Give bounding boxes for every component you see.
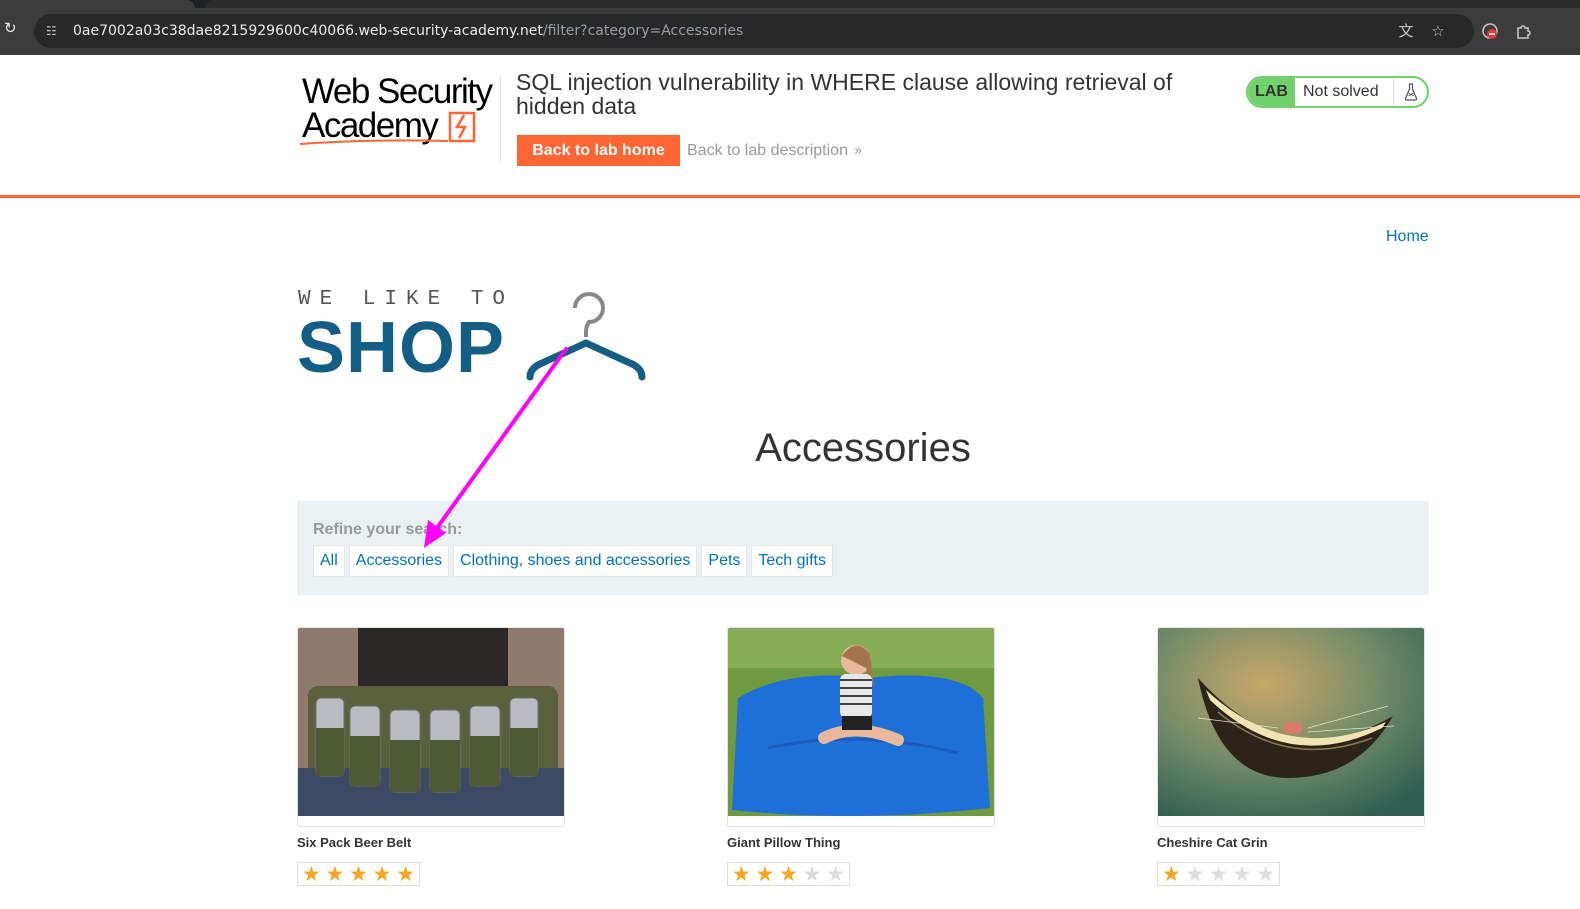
rating-stars: ★ ★ ★ ★ ★ xyxy=(297,862,420,886)
star-icon: ★ xyxy=(325,862,345,886)
url-path: /filter?category=Accessories xyxy=(542,23,744,39)
star-icon: ★ xyxy=(802,862,822,886)
rating-stars: ★ ★ ★ ★ ★ xyxy=(727,862,850,886)
back-to-lab-home-button[interactable]: Back to lab home xyxy=(517,135,680,166)
filter-all[interactable]: All xyxy=(313,545,345,577)
star-icon: ★ xyxy=(1209,862,1228,886)
refine-label: Refine your search: xyxy=(313,521,463,538)
product-image-beer-belt[interactable] xyxy=(297,627,565,827)
product-image-pillow[interactable] xyxy=(727,627,995,827)
browser-tab-inactive[interactable] xyxy=(205,0,1580,8)
star-icon: ★ xyxy=(1185,862,1205,886)
product-name[interactable]: Giant Pillow Thing xyxy=(727,835,995,850)
filter-pets[interactable]: Pets xyxy=(701,545,748,577)
lab-status-text: Not solved xyxy=(1303,83,1379,100)
clothes-hanger-icon xyxy=(526,292,646,381)
star-icon: ★ xyxy=(372,862,392,886)
product-name[interactable]: Cheshire Cat Grin xyxy=(1157,835,1425,850)
category-heading: Accessories xyxy=(755,426,971,470)
star-icon: ★ xyxy=(731,862,751,886)
back-to-lab-description-link[interactable]: Back to lab description » xyxy=(687,141,863,161)
shop-logo[interactable]: WE LIKE TO SHOP xyxy=(297,288,657,388)
lab-status-widget: LAB Not solved xyxy=(1246,76,1429,108)
bookmark-star-icon[interactable]: ☆ xyxy=(1428,21,1448,41)
star-icon: ★ xyxy=(1232,862,1252,886)
star-icon: ★ xyxy=(755,862,775,886)
translate-icon[interactable]: 文 xyxy=(1396,21,1416,41)
product-image-cheshire-grin[interactable] xyxy=(1157,627,1425,827)
web-security-academy-logo[interactable]: Web Security Academy xyxy=(298,74,498,147)
browser-tab[interactable] xyxy=(0,0,195,8)
star-icon: ★ xyxy=(1256,862,1276,886)
double-chevron-right-icon: » xyxy=(853,143,863,159)
star-icon: ★ xyxy=(826,862,846,886)
url-text[interactable]: 0ae7002a03c38dae8215929600c40066.web-sec… xyxy=(73,22,743,40)
browser-toolbar: ↻ ☷ 0ae7002a03c38dae8215929600c40066.web… xyxy=(0,0,1580,55)
extension-icon[interactable] xyxy=(1480,21,1500,41)
star-icon: ★ xyxy=(349,862,368,886)
back-to-lab-description-label: Back to lab description xyxy=(687,142,848,159)
site-info-icon[interactable]: ☷ xyxy=(46,23,62,39)
star-icon: ★ xyxy=(301,862,321,886)
url-host: 0ae7002a03c38dae8215929600c40066.web-sec… xyxy=(73,23,543,39)
logo-bolt-icon xyxy=(299,111,476,145)
reload-icon[interactable]: ↻ xyxy=(4,20,20,36)
product-card[interactable]: Cheshire Cat Grin ★ ★ ★ ★ ★ xyxy=(1157,627,1425,886)
filter-tech-gifts[interactable]: Tech gifts xyxy=(751,545,833,577)
star-icon: ★ xyxy=(1161,862,1181,886)
product-name[interactable]: Six Pack Beer Belt xyxy=(297,835,565,850)
star-icon: ★ xyxy=(396,862,416,886)
filter-panel: Refine your search: All Accessories Clot… xyxy=(297,501,1429,595)
star-icon: ★ xyxy=(779,862,798,886)
flask-icon xyxy=(1393,78,1427,106)
filter-list: All Accessories Clothing, shoes and acce… xyxy=(313,545,833,577)
nav-home-link[interactable]: Home xyxy=(1386,228,1429,246)
product-card[interactable]: Giant Pillow Thing ★ ★ ★ ★ ★ xyxy=(727,627,995,886)
filter-accessories[interactable]: Accessories xyxy=(348,545,450,577)
rating-stars: ★ ★ ★ ★ ★ xyxy=(1157,862,1280,886)
lab-title: SQL injection vulnerability in WHERE cla… xyxy=(516,69,1173,119)
header-divider xyxy=(500,76,501,161)
product-card[interactable]: Six Pack Beer Belt ★ ★ ★ ★ ★ xyxy=(297,627,565,886)
lab-tag: LAB xyxy=(1248,78,1295,106)
filter-clothing[interactable]: Clothing, shoes and accessories xyxy=(453,545,698,577)
puzzle-icon[interactable] xyxy=(1514,21,1534,41)
